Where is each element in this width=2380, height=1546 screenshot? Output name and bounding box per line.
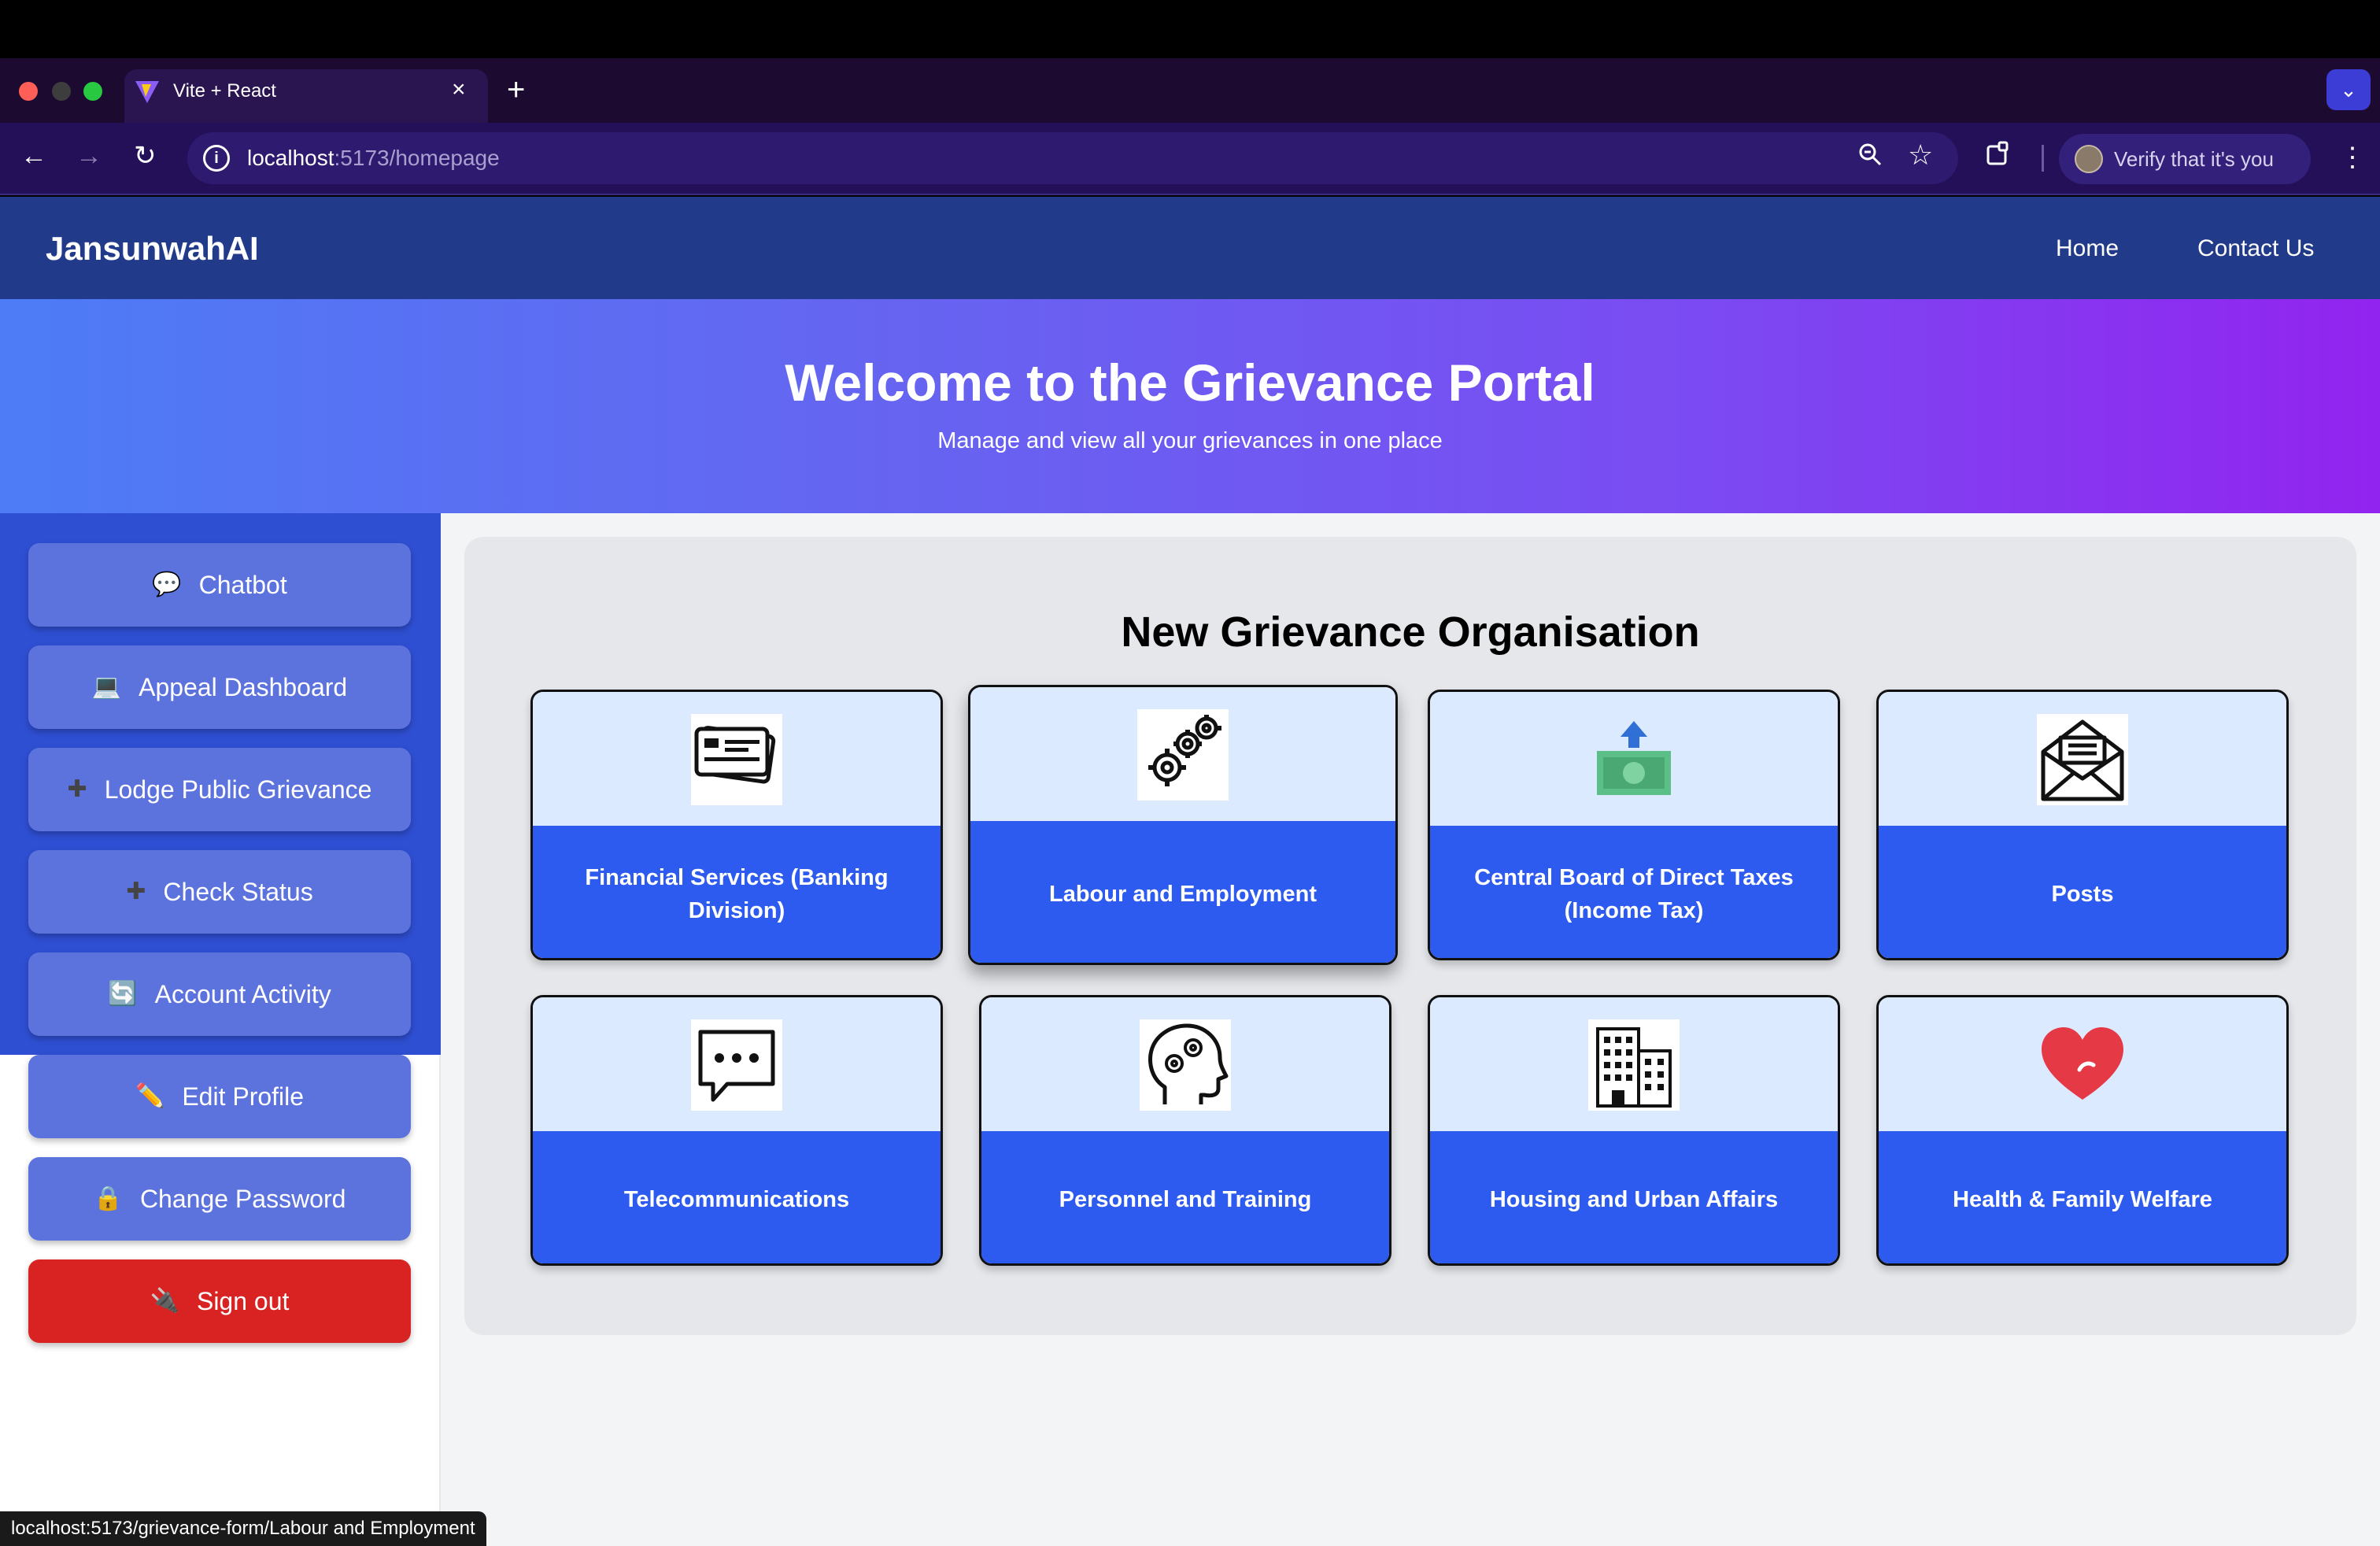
org-tile-personnel-training[interactable]: Personnel and Training [979, 995, 1391, 1266]
tile-label: Telecommunications [623, 1187, 850, 1212]
refresh-icon: 🔄 [108, 981, 138, 1007]
tile-footer: Financial Services (Banking Division) [533, 826, 941, 958]
plug-icon: 🔌 [150, 1288, 179, 1314]
sidebar-item-check-status[interactable]: ✚ Check Status [28, 850, 411, 934]
org-tile-posts[interactable]: Posts [1876, 690, 2289, 960]
org-tile-direct-taxes[interactable]: Central Board of Direct Taxes (Income Ta… [1428, 690, 1840, 960]
money-upload-icon [1588, 714, 1680, 805]
vite-logo-icon [135, 81, 159, 103]
hero-banner: Welcome to the Grievance Portal Manage a… [0, 299, 2380, 513]
sign-out-button[interactable]: 🔌 Sign out [28, 1259, 411, 1343]
sidebar-item-edit-profile[interactable]: ✏️ Edit Profile [28, 1055, 411, 1138]
speech-bubble-icon: 💬 [152, 571, 182, 597]
tab-close-icon[interactable]: × [452, 76, 466, 104]
org-tile-health-family-welfare[interactable]: Health & Family Welfare [1876, 995, 2289, 1266]
tile-footer: Posts [1879, 826, 2286, 958]
lock-icon: 🔒 [93, 1185, 123, 1211]
plus-icon: ✚ [67, 776, 87, 802]
sidebar-item-change-password[interactable]: 🔒 Change Password [28, 1157, 411, 1241]
page-subtitle: Manage and view all your grievances in o… [937, 428, 1443, 453]
window-close-button[interactable] [19, 82, 38, 101]
gears-icon [1137, 709, 1229, 801]
tile-footer: Health & Family Welfare [1879, 1131, 2286, 1263]
window-minimize-button[interactable] [52, 82, 71, 101]
mac-menubar-area [0, 0, 2380, 58]
computer-icon: 💻 [91, 674, 122, 700]
sidebar-item-label: Check Status [163, 877, 313, 906]
verify-label: Verify that it's you [2114, 147, 2274, 171]
chat-bubble-icon [691, 1019, 782, 1111]
tile-label: Personnel and Training [1059, 1187, 1312, 1212]
tile-label: Financial Services (Banking Division) [585, 865, 889, 923]
nav-link-contact[interactable]: Contact Us [2197, 233, 2314, 264]
grievance-organisation-panel: New Grievance Organisation Financial Ser… [464, 537, 2356, 1335]
sidebar-item-label: Appeal Dashboard [139, 672, 348, 701]
brand-logo-text[interactable]: JansunwahAI [46, 228, 259, 269]
tab-title: Vite + React [173, 80, 276, 102]
sidebar-item-account-activity[interactable]: 🔄 Account Activity [28, 952, 411, 1036]
org-tile-telecommunications[interactable]: Telecommunications [530, 995, 943, 1266]
org-tile-housing-urban-affairs[interactable]: Housing and Urban Affairs [1428, 995, 1840, 1266]
bookmark-star-icon[interactable]: ☆ [1908, 139, 1933, 172]
top-navbar: JansunwahAI Home Contact Us [0, 197, 2380, 299]
nav-link-home[interactable]: Home [2056, 233, 2119, 264]
url-text[interactable]: localhost:5173/homepage [247, 143, 500, 173]
page-title: Welcome to the Grievance Portal [785, 353, 1595, 412]
tile-footer: Central Board of Direct Taxes (Income Ta… [1430, 826, 1838, 958]
sidebar-item-label: Sign out [196, 1286, 290, 1315]
page-content: JansunwahAI Home Contact Us Welcome to t… [0, 197, 2380, 1546]
browser-menu-icon[interactable]: ⋮ [2339, 140, 2366, 175]
tile-label: Posts [2051, 882, 2114, 907]
tile-label: Health & Family Welfare [1953, 1187, 2212, 1212]
org-tile-labour-employment[interactable]: Labour and Employment [968, 685, 1398, 965]
heart-icon [2037, 1019, 2128, 1111]
toolbar-divider [2042, 145, 2044, 172]
plus-icon: ✚ [126, 878, 146, 904]
sidebar-item-lodge-grievance[interactable]: ✚ Lodge Public Grievance [28, 748, 411, 831]
pencil-icon: ✏️ [135, 1083, 165, 1109]
org-tile-financial-services[interactable]: Financial Services (Banking Division) [530, 690, 943, 960]
tile-label: Labour and Employment [1049, 882, 1317, 907]
credit-card-icon [691, 714, 782, 805]
tile-footer: Housing and Urban Affairs [1430, 1131, 1838, 1263]
back-arrow-icon[interactable]: ← [20, 139, 47, 173]
tile-footer: Telecommunications [533, 1131, 941, 1263]
sidebar-item-label: Account Activity [154, 979, 331, 1008]
head-gears-icon [1140, 1019, 1231, 1111]
link-hover-status-bar: localhost:5173/grievance-form/Labour and… [0, 1511, 486, 1546]
sidebar-item-label: Edit Profile [182, 1082, 305, 1111]
sidebar-item-label: Lodge Public Grievance [104, 775, 372, 804]
new-tab-button[interactable]: + [507, 71, 525, 109]
tile-footer: Personnel and Training [981, 1131, 1389, 1263]
extensions-icon[interactable] [1985, 140, 2012, 167]
site-info-icon[interactable]: i [203, 145, 230, 172]
tile-label: Housing and Urban Affairs [1489, 1187, 1779, 1212]
tile-label: Central Board of Direct Taxes (Income Ta… [1474, 865, 1794, 923]
sidebar-item-label: Chatbot [198, 570, 287, 599]
tab-search-button[interactable]: ⌄ [2326, 69, 2371, 110]
sidebar-item-chatbot[interactable]: 💬 Chatbot [28, 543, 411, 627]
window-zoom-button[interactable] [83, 82, 102, 101]
reload-icon[interactable]: ↻ [134, 139, 157, 173]
tile-footer: Labour and Employment [970, 821, 1395, 963]
envelope-icon [2037, 714, 2128, 805]
sidebar: 💬 Chatbot 💻 Appeal Dashboard ✚ Lodge Pub… [0, 513, 441, 1546]
avatar [2075, 145, 2103, 173]
sidebar-item-label: Change Password [139, 1184, 346, 1213]
building-icon [1588, 1019, 1680, 1111]
forward-arrow-icon[interactable]: → [76, 139, 102, 173]
sidebar-menu-panel: 💬 Chatbot 💻 Appeal Dashboard ✚ Lodge Pub… [0, 513, 441, 1055]
zoom-icon[interactable] [1857, 142, 1883, 167]
sidebar-item-appeal-dashboard[interactable]: 💻 Appeal Dashboard [28, 645, 411, 729]
section-title: New Grievance Organisation [1121, 608, 1700, 656]
